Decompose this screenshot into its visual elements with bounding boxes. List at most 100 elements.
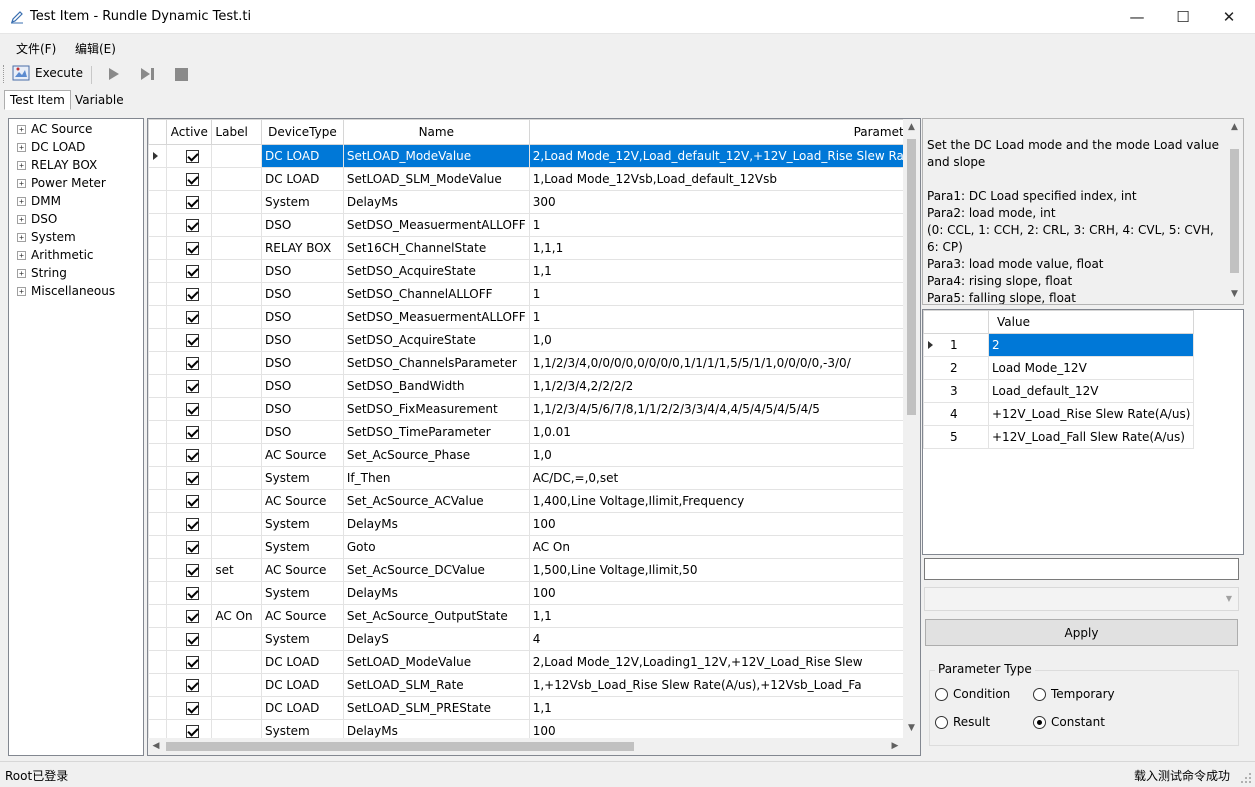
- row-header[interactable]: 20: [148, 581, 168, 605]
- parameter-cell[interactable]: 1,+12Vsb_Load_Rise Slew Rate(A/us),+12Vs…: [528, 673, 920, 697]
- row-header[interactable]: 10: [148, 351, 168, 375]
- tree-item-dso[interactable]: + DSO: [17, 210, 57, 228]
- parameter-cell[interactable]: 1,1/2/3/4/5/6/7/8,1/1/2/2/3/3/4/4,4/5/4/…: [528, 397, 920, 421]
- devicetype-cell[interactable]: System: [260, 512, 344, 536]
- table-row[interactable]: 15 SystemIf_ThenAC/DC,=,0,set: [148, 466, 920, 490]
- checkbox-checked-icon[interactable]: [186, 219, 200, 232]
- active-cell[interactable]: [166, 466, 213, 490]
- label-cell[interactable]: [211, 351, 262, 375]
- checkbox-checked-icon[interactable]: [186, 357, 200, 370]
- devicetype-cell[interactable]: DSO: [260, 282, 344, 306]
- row-header[interactable]: 2: [148, 167, 168, 191]
- expand-icon[interactable]: +: [17, 268, 26, 278]
- label-cell[interactable]: [211, 489, 262, 513]
- label-cell[interactable]: [211, 236, 262, 260]
- execute-button[interactable]: Execute: [12, 64, 83, 82]
- scroll-right-icon[interactable]: ▶: [889, 741, 901, 751]
- parameter-cell[interactable]: 1: [528, 305, 920, 329]
- active-cell[interactable]: [166, 489, 213, 513]
- checkbox-checked-icon[interactable]: [186, 633, 200, 646]
- row-header[interactable]: 21: [148, 604, 168, 628]
- expand-icon[interactable]: +: [17, 250, 26, 260]
- value-select[interactable]: ▼: [924, 587, 1239, 611]
- value-cell[interactable]: +12V_Load_Fall Slew Rate(A/us): [987, 425, 1195, 449]
- value-row-header[interactable]: 3: [923, 379, 989, 403]
- row-header[interactable]: 1: [148, 144, 168, 168]
- row-header[interactable]: 25: [148, 696, 168, 720]
- checkbox-checked-icon[interactable]: [186, 495, 200, 508]
- stop-icon[interactable]: [175, 68, 188, 81]
- label-cell[interactable]: [211, 305, 262, 329]
- devicetype-cell[interactable]: System: [260, 466, 344, 490]
- row-header[interactable]: 22: [148, 627, 168, 651]
- checkbox-checked-icon[interactable]: [186, 587, 200, 600]
- row-header[interactable]: 11: [148, 374, 168, 398]
- expand-icon[interactable]: +: [17, 232, 26, 242]
- checkbox-checked-icon[interactable]: [186, 265, 200, 278]
- row-header[interactable]: 8: [148, 305, 168, 329]
- label-cell[interactable]: [211, 627, 262, 651]
- parameter-cell[interactable]: 1: [528, 213, 920, 237]
- name-cell[interactable]: SetLOAD_SLM_PREState: [342, 696, 530, 720]
- label-cell[interactable]: [211, 673, 262, 697]
- parameter-cell[interactable]: 100: [528, 581, 920, 605]
- parameter-cell[interactable]: AC On: [528, 535, 920, 559]
- table-row[interactable]: 20 SystemDelayMs100: [148, 581, 920, 605]
- row-header[interactable]: 7: [148, 282, 168, 306]
- name-cell[interactable]: If_Then: [342, 466, 530, 490]
- name-cell[interactable]: DelayS: [342, 627, 530, 651]
- devicetype-cell[interactable]: DC LOAD: [260, 144, 344, 168]
- active-cell[interactable]: [166, 535, 213, 559]
- parameter-cell[interactable]: 1,1/2/3/4,0/0/0/0,0/0/0/0,1/1/1/1,5/5/1/…: [528, 351, 920, 375]
- row-header[interactable]: 16: [148, 489, 168, 513]
- label-cell[interactable]: [211, 374, 262, 398]
- devicetype-cell[interactable]: DC LOAD: [260, 167, 344, 191]
- parameter-cell[interactable]: 1,0.01: [528, 420, 920, 444]
- table-row[interactable]: 11 DSOSetDSO_BandWidth1,1/2/3/4,2/2/2/2: [148, 374, 920, 398]
- checkbox-checked-icon[interactable]: [186, 725, 200, 738]
- active-cell[interactable]: [166, 604, 213, 628]
- label-cell[interactable]: [211, 650, 262, 674]
- name-cell[interactable]: Goto: [342, 535, 530, 559]
- tree-item-system[interactable]: + System: [17, 228, 76, 246]
- checkbox-checked-icon[interactable]: [186, 610, 200, 623]
- label-cell[interactable]: [211, 167, 262, 191]
- row-header[interactable]: 19: [148, 558, 168, 582]
- active-cell[interactable]: [166, 581, 213, 605]
- table-row[interactable]: 6 DSOSetDSO_AcquireState1,1: [148, 259, 920, 283]
- grid-vertical-thumb[interactable]: [907, 139, 916, 415]
- parameter-cell[interactable]: 1,500,Line Voltage,Ilimit,50: [528, 558, 920, 582]
- radio-condition[interactable]: Condition: [935, 687, 1010, 701]
- name-cell[interactable]: SetDSO_AcquireState: [342, 259, 530, 283]
- value-cell[interactable]: 2: [987, 333, 1195, 357]
- radio-result[interactable]: Result: [935, 715, 990, 729]
- value-row[interactable]: 2 Load Mode_12V: [923, 356, 1195, 380]
- name-cell[interactable]: SetDSO_FixMeasurement: [342, 397, 530, 421]
- row-header[interactable]: 18: [148, 535, 168, 559]
- name-cell[interactable]: SetDSO_MeasuermentALLOFF: [342, 213, 530, 237]
- table-row[interactable]: 7 DSOSetDSO_ChannelALLOFF1: [148, 282, 920, 306]
- checkbox-checked-icon[interactable]: [186, 679, 200, 692]
- devicetype-cell[interactable]: DSO: [260, 397, 344, 421]
- devicetype-cell[interactable]: System: [260, 535, 344, 559]
- scroll-left-icon[interactable]: ◀: [150, 741, 162, 751]
- description-thumb[interactable]: [1230, 149, 1239, 273]
- label-cell[interactable]: [211, 696, 262, 720]
- active-cell[interactable]: [166, 696, 213, 720]
- tree-item-miscellaneous[interactable]: + Miscellaneous: [17, 282, 115, 300]
- radio-constant[interactable]: Constant: [1033, 715, 1105, 729]
- parameter-cell[interactable]: 1: [528, 282, 920, 306]
- devicetype-cell[interactable]: DC LOAD: [260, 673, 344, 697]
- table-row[interactable]: 3 SystemDelayMs300: [148, 190, 920, 214]
- parameter-cell[interactable]: 1,Load Mode_12Vsb,Load_default_12Vsb: [528, 167, 920, 191]
- checkbox-checked-icon[interactable]: [186, 150, 200, 163]
- checkbox-checked-icon[interactable]: [186, 311, 200, 324]
- parameter-cell[interactable]: 1,1/2/3/4,2/2/2/2: [528, 374, 920, 398]
- table-row[interactable]: 9 DSOSetDSO_AcquireState1,0: [148, 328, 920, 352]
- label-cell[interactable]: [211, 535, 262, 559]
- active-cell[interactable]: [166, 627, 213, 651]
- checkbox-checked-icon[interactable]: [186, 702, 200, 715]
- name-cell[interactable]: Set_AcSource_Phase: [342, 443, 530, 467]
- parameter-cell[interactable]: 1,400,Line Voltage,Ilimit,Frequency: [528, 489, 920, 513]
- devicetype-cell[interactable]: System: [260, 190, 344, 214]
